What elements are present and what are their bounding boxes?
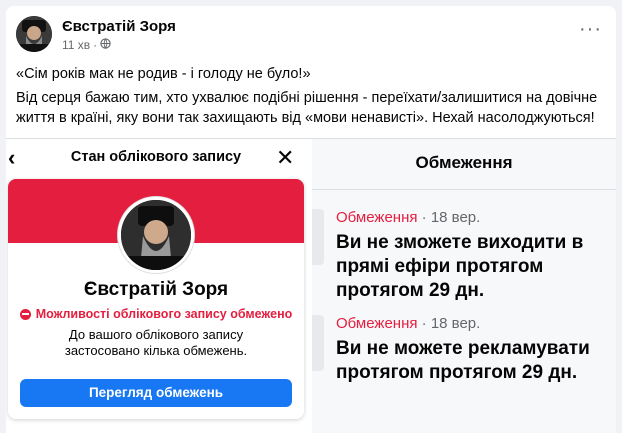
restriction-date: · 18 вер. — [417, 315, 481, 332]
item-marker — [312, 209, 324, 265]
account-card: Євстратій Зоря Можливості облікового зап… — [8, 179, 304, 419]
restrictions-panel: Обмеження Обмеження · 18 вер. Ви не змож… — [312, 139, 616, 433]
author-avatar[interactable] — [16, 16, 52, 52]
facebook-post: Євстратій Зоря 11 хв · ··· «Сім років ма… — [6, 6, 616, 433]
post-meta: 11 хв · — [62, 38, 111, 52]
author-name[interactable]: Євстратій Зоря — [62, 18, 176, 35]
restriction-tag: Обмеження · 18 вер. — [336, 315, 480, 332]
post-time[interactable]: 11 хв — [62, 38, 90, 52]
restricted-label: Можливості облікового запису обмежено — [35, 307, 293, 321]
post-header: Євстратій Зоря 11 хв · ··· — [16, 16, 606, 56]
restriction-date: · 18 вер. — [417, 209, 481, 226]
divider — [312, 189, 616, 190]
profile-avatar — [118, 197, 194, 273]
post-paragraph: Від серця бажаю тим, хто ухвалює подібні… — [16, 90, 598, 126]
globe-icon — [100, 38, 111, 52]
restriction-text: Ви не можете рекламувати протягом протяг… — [336, 338, 590, 383]
meta-separator: · — [93, 38, 98, 52]
post-image[interactable]: ‹ Стан облікового запису ✕ Євстратій Зор… — [6, 138, 616, 433]
restriction-label: Обмеження — [336, 209, 418, 226]
restricted-icon — [19, 308, 31, 320]
item-marker — [312, 315, 324, 371]
restricted-status: Можливості облікового запису обмежено — [8, 307, 304, 321]
account-status-panel: ‹ Стан облікового запису ✕ Євстратій Зор… — [6, 139, 312, 433]
restriction-tag: Обмеження · 18 вер. — [336, 209, 480, 226]
post-text: «Сім років мак не родив - і голоду не бу… — [16, 64, 606, 132]
more-options-button[interactable]: ··· — [579, 19, 602, 39]
post-paragraph: «Сім років мак не родив - і голоду не бу… — [16, 66, 311, 82]
account-status-title: Стан облікового запису — [70, 149, 242, 165]
restriction-text: Ви не зможете виходити в прямі ефіри про… — [336, 232, 584, 301]
view-restrictions-button[interactable]: Перегляд обмежень — [20, 379, 292, 407]
status-description: До вашого облікового запису застосовано … — [64, 327, 248, 358]
restriction-label: Обмеження — [336, 315, 418, 332]
restrictions-title: Обмеження — [415, 153, 513, 172]
profile-name: Євстратій Зоря — [83, 279, 229, 300]
close-icon[interactable]: ✕ — [276, 145, 294, 171]
